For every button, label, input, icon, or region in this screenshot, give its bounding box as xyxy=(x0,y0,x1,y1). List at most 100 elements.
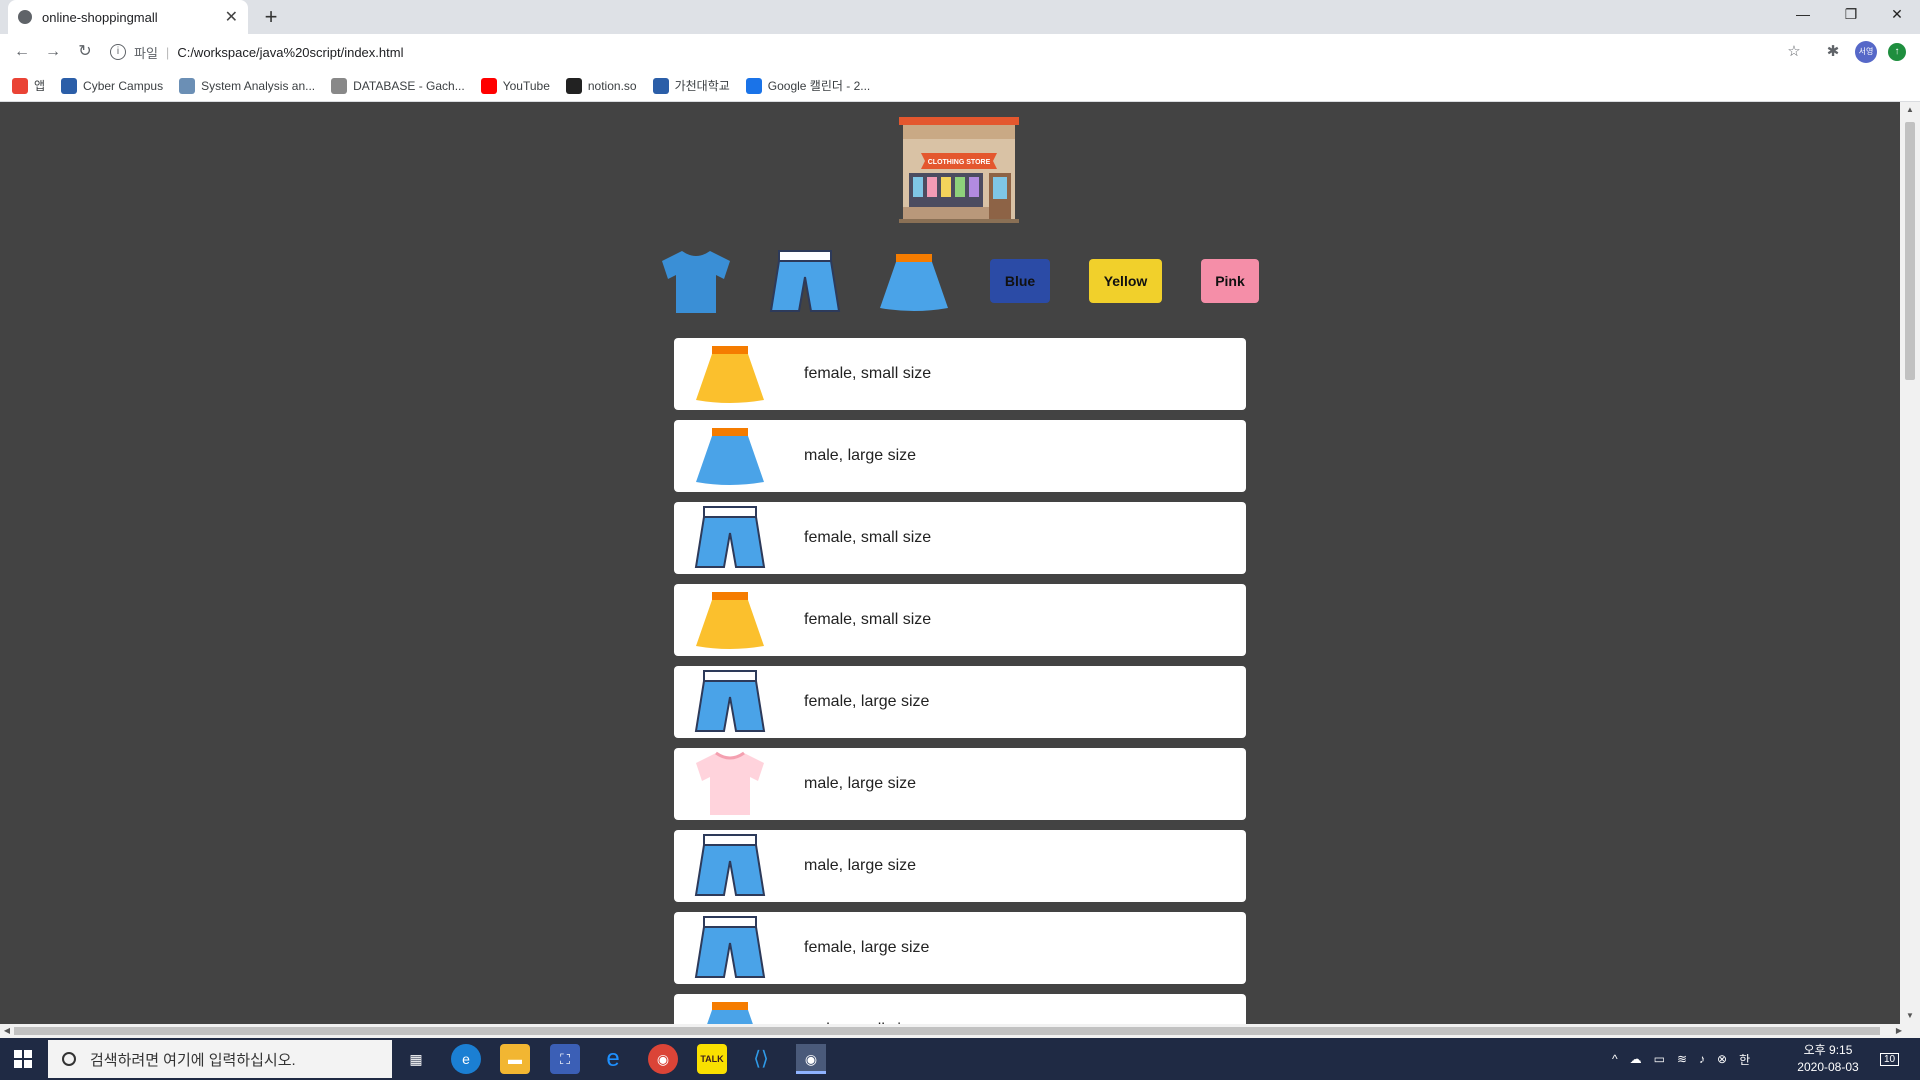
list-item[interactable]: female, small size xyxy=(674,502,1246,574)
profile-avatar[interactable]: 서영 xyxy=(1855,41,1877,63)
yellow-filter-button[interactable]: Yellow xyxy=(1089,259,1162,303)
item-description: female, large size xyxy=(804,939,930,956)
item-description: male, large size xyxy=(804,775,917,792)
new-tab-button[interactable]: + xyxy=(258,4,284,30)
windows-taskbar: 검색하려면 여기에 입력하십시오. ▦ e ▬ ⛶ e ◉ TALK ⟨⟩ ◉ … xyxy=(0,1038,1920,1080)
taskbar-search-input[interactable]: 검색하려면 여기에 입력하십시오. xyxy=(48,1040,392,1078)
scroll-down-icon[interactable]: ▼ xyxy=(1900,1008,1920,1024)
wifi-icon[interactable]: ≋ xyxy=(1677,1052,1687,1066)
internet-explorer-icon[interactable]: e xyxy=(598,1044,628,1074)
notion-icon xyxy=(565,77,582,94)
tshirt-filter-button[interactable] xyxy=(660,249,732,315)
bookmark-label: Google 캘린더 - 2... xyxy=(767,79,871,93)
chevron-up-icon[interactable]: ^ xyxy=(1612,1052,1618,1066)
list-item[interactable]: male, large size xyxy=(674,748,1246,820)
restore-button[interactable]: ❐ xyxy=(1828,0,1874,30)
bookmark-2[interactable]: System Analysis an... xyxy=(179,77,315,94)
forward-icon[interactable]: → xyxy=(41,40,65,64)
chrome-active-icon[interactable]: ◉ xyxy=(796,1044,826,1074)
tab-bar: online-shoppingmall ✕ + — ❐ ✕ xyxy=(0,0,1920,34)
skirt-icon xyxy=(694,341,766,407)
pink-filter-button[interactable]: Pink xyxy=(1201,259,1259,303)
list-item[interactable]: male, large size xyxy=(674,830,1246,902)
ime-icon[interactable]: 한 xyxy=(1739,1051,1750,1068)
bookmark-5[interactable]: notion.so xyxy=(565,77,637,94)
list-item[interactable]: female, small size xyxy=(674,338,1246,410)
bookmark-label: 가천대학교 xyxy=(674,79,730,93)
globe-icon xyxy=(18,10,32,24)
tab-online-shoppingmall[interactable]: online-shoppingmall ✕ xyxy=(8,0,248,34)
close-tab-icon[interactable]: ✕ xyxy=(225,7,238,27)
search-icon xyxy=(62,1052,76,1066)
g-icon xyxy=(61,77,78,94)
battery-icon[interactable]: ▭ xyxy=(1654,1052,1665,1066)
edge-icon[interactable]: e xyxy=(451,1044,481,1074)
close-window-button[interactable]: ✕ xyxy=(1874,0,1920,30)
extension-green-icon[interactable]: ↑ xyxy=(1888,43,1906,61)
bookmark-label: YouTube xyxy=(502,78,550,93)
page-content: CLOTHING STORE Blue Yellow Pink female, … xyxy=(0,102,1900,1024)
bookmark-4[interactable]: YouTube xyxy=(480,77,550,94)
bookmark-label: 앱 xyxy=(34,79,46,93)
extensions-icon[interactable]: ✱ xyxy=(1823,42,1843,62)
skirt-icon xyxy=(694,423,766,489)
kakaotalk-icon[interactable]: TALK xyxy=(697,1044,727,1074)
system-tray: ^ ☁ ▭ ≋ ♪ ⊗ 한 xyxy=(1612,1038,1750,1080)
item-list: female, small size male, large size female… xyxy=(674,338,1246,1024)
bookmarks-bar: 앱 Cyber Campus System Analysis an... DATABA… xyxy=(0,70,1920,102)
list-item[interactable]: male, large size xyxy=(674,420,1246,492)
store-icon[interactable]: ⛶ xyxy=(550,1044,580,1074)
minimize-button[interactable]: — xyxy=(1780,0,1826,30)
youtube-icon xyxy=(480,77,497,94)
bookmark-7[interactable]: Google 캘린더 - 2... xyxy=(745,77,871,94)
info-icon[interactable]: i xyxy=(110,44,126,60)
chrome-icon[interactable]: ◉ xyxy=(648,1044,678,1074)
clock-date: 2020-08-03 xyxy=(1797,1060,1859,1074)
file-explorer-icon[interactable]: ▬ xyxy=(500,1044,530,1074)
windows-start-icon[interactable] xyxy=(14,1050,32,1068)
vscode-icon[interactable]: ⟨⟩ xyxy=(746,1044,776,1074)
scroll-right-icon[interactable]: ▶ xyxy=(1892,1024,1906,1038)
horizontal-scrollbar[interactable]: ◀ ▶ xyxy=(0,1024,1920,1038)
calendar-icon xyxy=(745,77,762,94)
notification-center-icon[interactable]: 10 xyxy=(1880,1038,1900,1080)
list-item[interactable]: female, small size xyxy=(674,584,1246,656)
back-icon[interactable]: ← xyxy=(10,40,34,64)
pants-filter-button[interactable] xyxy=(769,249,841,315)
pants-icon xyxy=(694,505,766,571)
url-text[interactable]: C:/workspace/java%20script/index.html xyxy=(177,45,403,60)
skirt-icon xyxy=(694,997,766,1024)
bookmark-3[interactable]: DATABASE - Gach... xyxy=(331,77,465,94)
pants-icon xyxy=(694,669,766,735)
address-bar[interactable]: i 파일 | C:/workspace/java%20script/index.… xyxy=(110,39,1800,65)
list-item[interactable]: female, large size xyxy=(674,666,1246,738)
volume-icon[interactable]: ♪ xyxy=(1699,1052,1705,1066)
scroll-left-icon[interactable]: ◀ xyxy=(0,1024,14,1038)
item-description: female, small size xyxy=(804,611,932,628)
scroll-up-icon[interactable]: ▲ xyxy=(1900,102,1920,118)
taskbar-clock[interactable]: 오후 9:15 2020-08-03 xyxy=(1788,1042,1868,1076)
blue-filter-button[interactable]: Blue xyxy=(990,259,1050,303)
vertical-scrollbar[interactable]: ▲ ▼ xyxy=(1900,102,1920,1024)
bookmark-star-icon[interactable]: ☆ xyxy=(1784,42,1804,62)
vertical-scroll-thumb[interactable] xyxy=(1905,122,1915,380)
item-description: female, large size xyxy=(804,693,930,710)
browser-toolbar: ← → ↻ i 파일 | C:/workspace/java%20script/… xyxy=(0,34,1920,70)
bookmark-1[interactable]: Cyber Campus xyxy=(61,77,164,94)
status-x-icon[interactable]: ⊗ xyxy=(1717,1052,1727,1066)
bookmark-0[interactable]: 앱 xyxy=(12,77,45,94)
clock-time: 오후 9:15 xyxy=(1803,1043,1853,1057)
item-description: female, small size xyxy=(804,529,932,546)
cloud-icon[interactable]: ☁ xyxy=(1630,1052,1642,1066)
bookmark-6[interactable]: 가천대학교 xyxy=(652,77,730,94)
apps-icon xyxy=(12,77,28,94)
list-item[interactable]: male, small size xyxy=(674,994,1246,1024)
list-item[interactable]: female, large size xyxy=(674,912,1246,984)
bookmark-label: Cyber Campus xyxy=(83,78,164,93)
reload-icon[interactable]: ↻ xyxy=(73,40,97,64)
horizontal-scroll-thumb[interactable] xyxy=(14,1027,1880,1035)
skirt-filter-button[interactable] xyxy=(878,252,950,312)
item-description: male, large size xyxy=(804,447,917,464)
task-view-icon[interactable]: ▦ xyxy=(401,1044,431,1074)
tshirt-icon xyxy=(694,751,766,817)
